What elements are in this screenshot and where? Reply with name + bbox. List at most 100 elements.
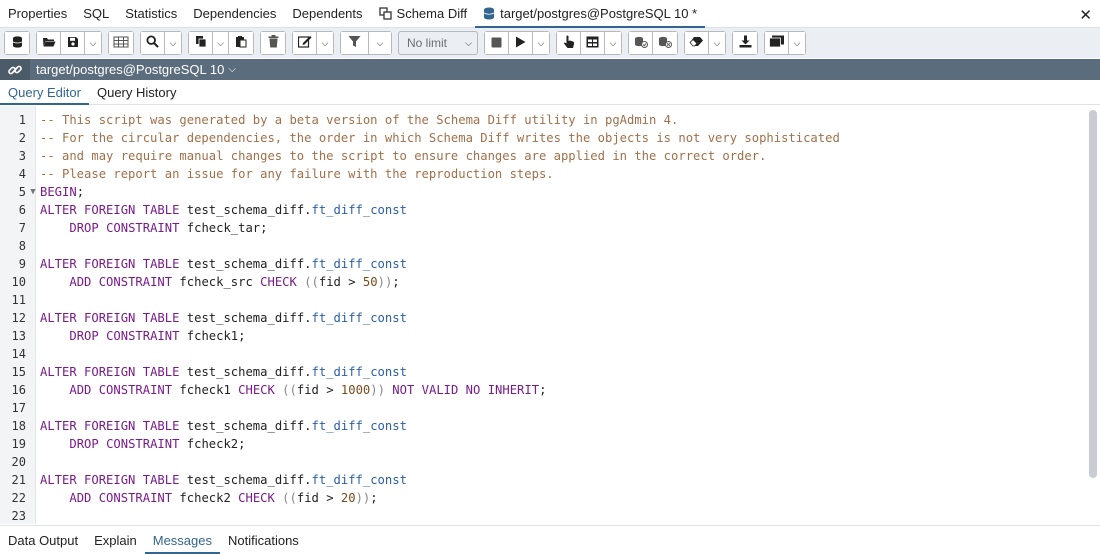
tab-label: target/postgres@PostgreSQL 10 * (500, 6, 698, 21)
explain-analyze-button[interactable] (581, 32, 605, 54)
filter-dropdown-button[interactable]: ⌵ (369, 32, 391, 54)
line-text: -- This script was generated by a beta v… (40, 113, 679, 127)
find-button[interactable] (141, 32, 165, 54)
code-line[interactable]: 17 (0, 399, 1086, 417)
group-edit: ⌵ (292, 31, 334, 55)
trash-icon (268, 35, 279, 51)
code-line[interactable]: 20 (0, 453, 1086, 471)
commit-button[interactable] (629, 32, 653, 54)
delete-button[interactable] (261, 32, 285, 54)
line-number: 18 (11, 419, 26, 433)
tab-query-history[interactable]: Query History (89, 81, 184, 104)
vertical-scrollbar[interactable] (1089, 110, 1097, 478)
sql-editor[interactable]: 1 -- This script was generated by a beta … (0, 106, 1100, 524)
stop-button[interactable] (485, 32, 509, 54)
tab-explain[interactable]: Explain (86, 526, 145, 554)
download-button[interactable] (733, 32, 757, 54)
commit-icon (634, 36, 648, 51)
code-line[interactable]: 15 ALTER FOREIGN TABLE test_schema_diff.f… (0, 363, 1086, 381)
code-line[interactable]: 21 ALTER FOREIGN TABLE test_schema_diff.f… (0, 471, 1086, 489)
code-line[interactable]: 12 ALTER FOREIGN TABLE test_schema_diff.f… (0, 309, 1086, 327)
find-dropdown-button[interactable]: ⌵ (165, 32, 181, 54)
code-line[interactable]: 16 ADD CONSTRAINT fcheck1 CHECK ((fid > … (0, 381, 1086, 399)
tab-dependents[interactable]: Dependents (284, 0, 370, 27)
copy-button[interactable] (189, 32, 213, 54)
tab-schema-diff[interactable]: Schema Diff (371, 0, 476, 27)
edit-button[interactable] (293, 32, 317, 54)
line-number: 17 (11, 401, 26, 415)
code-line[interactable]: 19 DROP CONSTRAINT fcheck2; (0, 435, 1086, 453)
chevron-down-icon: ⌵ (169, 37, 177, 48)
code-line[interactable]: 8 (0, 237, 1086, 255)
code-line[interactable]: 18 ALTER FOREIGN TABLE test_schema_diff.f… (0, 417, 1086, 435)
line-number: 21 (11, 473, 26, 487)
play-icon (515, 36, 526, 51)
line-text: ADD CONSTRAINT fcheck1 CHECK ((fid > 100… (69, 383, 547, 397)
group-find: ⌵ (140, 31, 182, 55)
code-line[interactable]: 22 ADD CONSTRAINT fcheck2 CHECK ((fid > … (0, 489, 1086, 507)
connection-button[interactable] (5, 32, 29, 54)
chevron-down-icon: ⌵ (537, 37, 545, 48)
tab-sql[interactable]: SQL (75, 0, 117, 27)
tab-data-output[interactable]: Data Output (0, 526, 86, 554)
line-text: ALTER FOREIGN TABLE test_schema_diff.ft_… (40, 311, 407, 325)
line-number: 16 (11, 383, 26, 397)
pencil-icon (297, 35, 312, 51)
limit-select[interactable]: No limit ⌵ (398, 31, 478, 55)
copy-dropdown-button[interactable]: ⌵ (213, 32, 229, 54)
fold-marker-icon[interactable]: ▼ (26, 187, 40, 197)
connection-selector[interactable]: target/postgres@PostgreSQL 10 ⌵ (30, 62, 236, 77)
line-number: 4 (18, 167, 26, 181)
execute-button[interactable] (509, 32, 533, 54)
code-line[interactable]: 6 ALTER FOREIGN TABLE test_schema_diff.ft… (0, 201, 1086, 219)
tab-label: Statistics (125, 6, 178, 21)
clear-dropdown-button[interactable]: ⌵ (709, 32, 725, 54)
tab-label: Dependents (292, 6, 363, 21)
line-text: DROP CONSTRAINT fcheck_tar; (69, 221, 268, 235)
tab-statistics[interactable]: Statistics (117, 0, 185, 27)
code-line[interactable]: 10 ADD CONSTRAINT fcheck_src CHECK ((fid… (0, 273, 1086, 291)
rollback-button[interactable] (653, 32, 677, 54)
group-macros: ⌵ (764, 31, 806, 55)
clear-button[interactable] (685, 32, 709, 54)
code-line[interactable]: 7 DROP CONSTRAINT fcheck_tar; (0, 219, 1086, 237)
close-icon[interactable]: ✕ (1079, 6, 1092, 24)
subtab-label: Query Editor (8, 85, 81, 100)
execute-dropdown-button[interactable]: ⌵ (533, 32, 549, 54)
code-line[interactable]: 9 ALTER FOREIGN TABLE test_schema_diff.ft… (0, 255, 1086, 273)
tab-query-tool[interactable]: target/postgres@PostgreSQL 10 * (475, 0, 706, 28)
code-line[interactable]: 14 (0, 345, 1086, 363)
paste-button[interactable] (229, 32, 253, 54)
code-line[interactable]: 13 DROP CONSTRAINT fcheck1; (0, 327, 1086, 345)
code-line[interactable]: 1 -- This script was generated by a beta … (0, 111, 1086, 129)
line-text: ALTER FOREIGN TABLE test_schema_diff.ft_… (40, 257, 407, 271)
macros-button[interactable] (765, 32, 789, 54)
edit-grid-button[interactable] (109, 32, 133, 54)
save-file-button[interactable] (61, 32, 85, 54)
tab-dependencies[interactable]: Dependencies (185, 0, 284, 27)
code-line[interactable]: 2 -- For the circular dependencies, the o… (0, 129, 1086, 147)
limit-select-value: No limit (407, 36, 448, 50)
tab-messages[interactable]: Messages (144, 526, 221, 554)
code-line[interactable]: 23 (0, 507, 1086, 524)
macro-icon (768, 35, 785, 51)
tab-properties[interactable]: Properties (0, 0, 75, 27)
line-number: 7 (18, 221, 26, 235)
tab-query-editor[interactable]: Query Editor (0, 81, 89, 105)
edit-dropdown-button[interactable]: ⌵ (317, 32, 333, 54)
macros-dropdown-button[interactable]: ⌵ (789, 32, 805, 54)
connection-bar[interactable]: target/postgres@PostgreSQL 10 ⌵ (0, 59, 1100, 80)
line-text: -- and may require manual changes to the… (40, 149, 767, 163)
filter-button[interactable] (341, 32, 369, 54)
code-line[interactable]: 5 ▼ BEGIN; (0, 183, 1086, 201)
explain-dropdown-button[interactable]: ⌵ (605, 32, 621, 54)
code-line[interactable]: 3 -- and may require manual changes to th… (0, 147, 1086, 165)
line-number: 23 (11, 509, 26, 523)
tab-notifications[interactable]: Notifications (220, 526, 307, 554)
code-line[interactable]: 4 -- Please report an issue for any failu… (0, 165, 1086, 183)
explain-button[interactable] (557, 32, 581, 54)
chevron-down-icon: ⌵ (465, 37, 472, 48)
open-file-button[interactable] (37, 32, 61, 54)
code-line[interactable]: 11 (0, 291, 1086, 309)
save-dropdown-button[interactable]: ⌵ (85, 32, 101, 54)
